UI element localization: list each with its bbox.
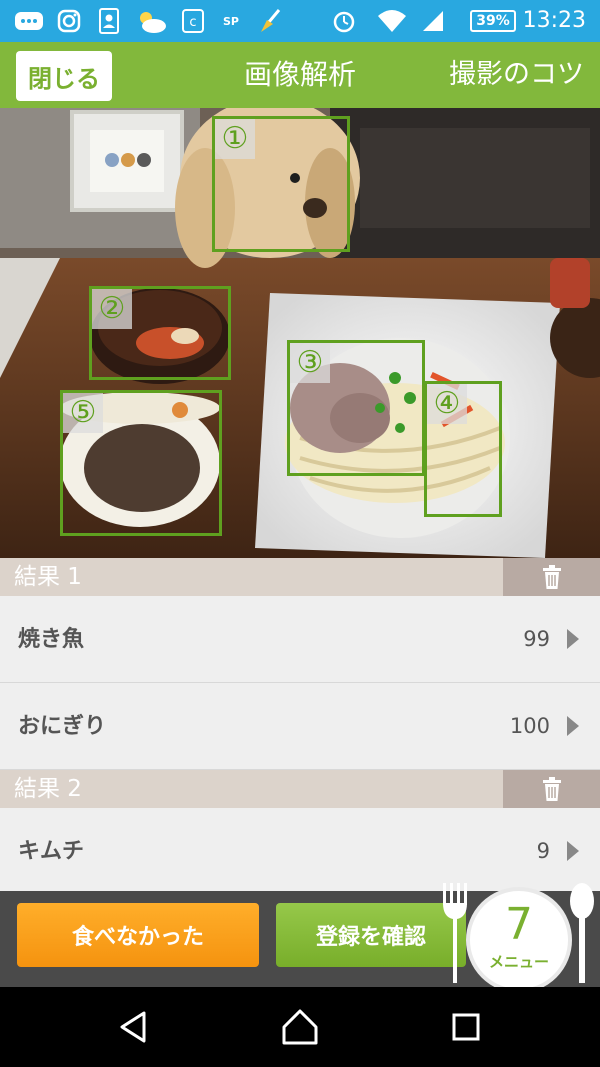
result-section-header: 結果 1	[0, 558, 600, 596]
recent-apps-icon[interactable]	[446, 1007, 486, 1047]
detection-label: ⑤	[63, 393, 103, 433]
results-list: 結果 1 焼き魚 99 おにぎり 100 結果 2 キムチ 9	[0, 558, 600, 891]
svg-text:SP: SP	[223, 15, 239, 28]
wifi-icon	[376, 8, 408, 34]
menu-count-button[interactable]: 7 メニュー	[466, 887, 572, 993]
close-button[interactable]: 閉じる	[16, 51, 112, 101]
menu-label: メニュー	[488, 953, 549, 971]
trash-icon	[542, 777, 561, 801]
app-header: 閉じる 画像解析 撮影のコツ	[0, 42, 600, 108]
message-icon	[14, 8, 44, 34]
system-nav-bar	[0, 987, 600, 1067]
detection-label: ④	[427, 384, 467, 424]
detection-label: ③	[290, 343, 330, 383]
detection-box-3[interactable]: ③	[287, 340, 425, 476]
delete-result-button[interactable]	[503, 770, 600, 808]
detection-label: ①	[215, 119, 255, 159]
delete-result-button[interactable]	[503, 558, 600, 596]
svg-text:c: c	[189, 15, 196, 30]
match-score: 9	[536, 839, 550, 863]
detection-box-5[interactable]: ⑤	[60, 390, 222, 536]
food-name: おにぎり	[18, 714, 107, 739]
confirm-registration-button[interactable]: 登録を確認	[276, 903, 466, 967]
clock: 13:23	[522, 8, 586, 33]
detection-box-4[interactable]: ④	[424, 381, 502, 517]
sports-app-icon: SP	[214, 8, 248, 34]
result-row[interactable]: おにぎり 100	[0, 683, 600, 770]
food-name: キムチ	[18, 839, 85, 864]
result-section-header: 結果 2	[0, 770, 600, 808]
alarm-icon	[330, 8, 358, 34]
back-icon[interactable]	[114, 1007, 154, 1047]
action-bar: 食べなかった 登録を確認 7 メニュー	[0, 883, 600, 993]
match-score: 99	[523, 627, 550, 651]
result-section-title: 結果 1	[14, 564, 82, 590]
status-bar: c SP 39% 13:23	[0, 0, 600, 42]
photo-tips-link[interactable]: 撮影のコツ	[449, 42, 584, 108]
chevron-right-icon	[567, 841, 579, 861]
signal-icon	[420, 8, 446, 34]
match-score: 100	[509, 714, 550, 738]
contacts-icon	[96, 8, 122, 34]
menu-count: 7	[505, 899, 533, 950]
weather-icon	[134, 8, 168, 34]
result-section-title: 結果 2	[14, 776, 82, 802]
c-app-icon: c	[180, 8, 206, 34]
detection-label: ②	[92, 289, 132, 329]
broom-icon	[256, 8, 284, 34]
analyzed-photo: ① ② ③ ④ ⑤	[0, 108, 600, 558]
trash-icon	[542, 565, 561, 589]
result-row[interactable]: キムチ 9	[0, 808, 600, 891]
detection-box-2[interactable]: ②	[89, 286, 231, 380]
chevron-right-icon	[567, 629, 579, 649]
home-icon[interactable]	[280, 1007, 320, 1047]
detection-box-1[interactable]: ①	[212, 116, 350, 252]
food-name: 焼き魚	[18, 627, 85, 652]
instagram-icon	[56, 8, 82, 34]
result-row[interactable]: 焼き魚 99	[0, 596, 600, 683]
chevron-right-icon	[567, 716, 579, 736]
battery-icon: 39%	[470, 10, 516, 32]
did-not-eat-button[interactable]: 食べなかった	[17, 903, 259, 967]
page-title: 画像解析	[243, 58, 356, 91]
spoon-icon	[570, 883, 594, 983]
